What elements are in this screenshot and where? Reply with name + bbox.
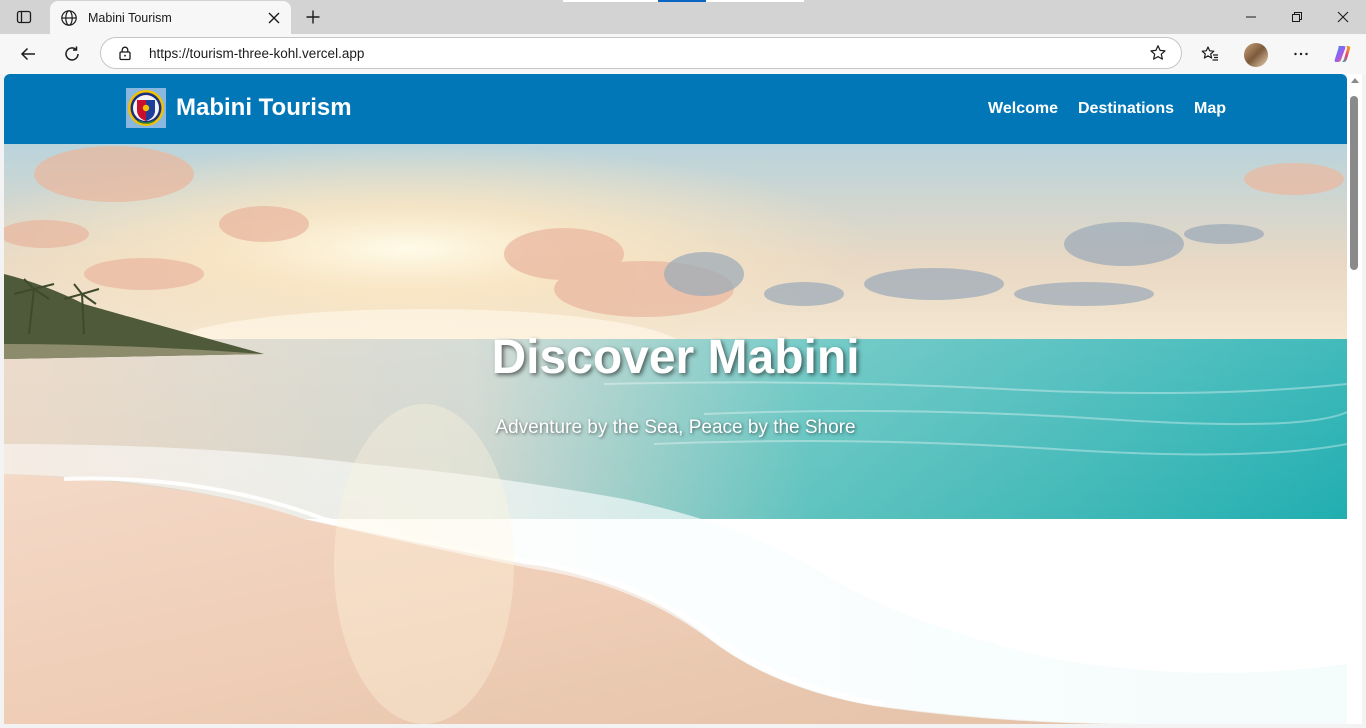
nav-link-welcome[interactable]: Welcome [988, 100, 1058, 118]
tab-strip-accent [658, 0, 706, 2]
tab-actions-icon [16, 10, 32, 24]
close-window-button[interactable] [1320, 0, 1366, 34]
page-viewport: Mabini Tourism Welcome Destinations Map [4, 74, 1347, 724]
minimize-icon [1246, 16, 1256, 18]
favorites-button[interactable] [1194, 38, 1226, 70]
tab-strip-highlight-2 [706, 0, 804, 2]
hero-overlay: Discover Mabini Adventure by the Sea, Pe… [4, 144, 1347, 724]
back-button[interactable] [12, 38, 44, 70]
profile-avatar[interactable] [1244, 43, 1268, 67]
site-navbar: Mabini Tourism Welcome Destinations Map [4, 74, 1347, 144]
hero-section: Discover Mabini Adventure by the Sea, Pe… [4, 144, 1347, 724]
restore-button[interactable] [1274, 0, 1320, 34]
minimize-button[interactable] [1228, 0, 1274, 34]
globe-icon [61, 9, 77, 26]
site-nav-links: Welcome Destinations Map [988, 74, 1226, 144]
address-bar[interactable]: https://tourism-three-kohl.vercel.app [100, 37, 1182, 69]
page-scrollbar[interactable] [1347, 74, 1362, 724]
more-button[interactable] [1285, 38, 1317, 70]
scroll-up-arrow-icon[interactable] [1351, 78, 1359, 83]
close-window-icon [1337, 11, 1349, 23]
copilot-icon[interactable] [1332, 43, 1354, 65]
tab-strip: Mabini Tourism [0, 0, 1366, 34]
scroll-thumb[interactable] [1350, 96, 1358, 270]
site-brand[interactable]: Mabini Tourism [126, 88, 352, 128]
hero-title: Discover Mabini [491, 331, 860, 384]
refresh-button[interactable] [56, 38, 88, 70]
nav-link-map[interactable]: Map [1194, 100, 1226, 118]
tab-title: Mabini Tourism [88, 10, 172, 25]
more-icon [1294, 52, 1308, 56]
tab-strip-highlight [563, 0, 658, 2]
back-icon [20, 47, 35, 61]
site-title: Mabini Tourism [176, 94, 352, 121]
star-icon[interactable] [1149, 44, 1167, 62]
browser-toolbar: https://tourism-three-kohl.vercel.app [0, 34, 1366, 74]
url-text[interactable]: https://tourism-three-kohl.vercel.app [149, 46, 1149, 61]
close-icon[interactable] [267, 11, 281, 25]
restore-icon [1292, 12, 1302, 22]
plus-icon [306, 10, 320, 24]
favorites-icon [1201, 46, 1218, 61]
tab-actions-button[interactable] [8, 4, 40, 30]
refresh-icon [65, 46, 79, 61]
municipal-seal-logo [126, 88, 166, 128]
hero-subtitle: Adventure by the Sea, Peace by the Shore [495, 417, 856, 438]
lock-icon[interactable] [117, 45, 133, 61]
active-tab[interactable]: Mabini Tourism [50, 1, 291, 34]
new-tab-button[interactable] [300, 5, 326, 29]
nav-link-destinations[interactable]: Destinations [1078, 100, 1174, 118]
